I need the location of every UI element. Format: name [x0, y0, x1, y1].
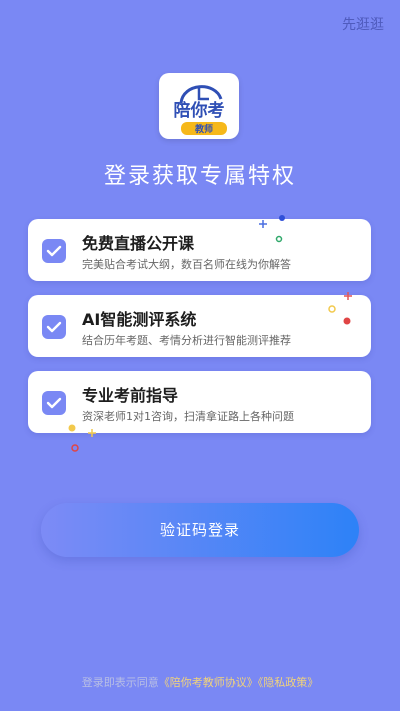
skip-button[interactable]: 先逛逛	[342, 14, 384, 34]
logo-main-text: 陪你考	[174, 100, 225, 121]
feature-description: 完美贴合考试大纲，数百名师在线为你解答	[82, 258, 291, 271]
feature-card-live-course: 免费直播公开课 完美贴合考试大纲，数百名师在线为你解答	[28, 219, 371, 281]
feature-description: 结合历年考题、考情分析进行智能测评推荐	[82, 334, 291, 347]
logo-sub-text: 教师	[194, 123, 213, 135]
feature-title: 专业考前指导	[82, 386, 179, 405]
feature-card-ai-assessment: AI智能测评系统 结合历年考题、考情分析进行智能测评推荐	[28, 295, 371, 357]
sms-code-login-button[interactable]: 验证码登录	[41, 503, 359, 557]
feature-title: AI智能测评系统	[82, 310, 197, 329]
confetti-decoration	[259, 215, 285, 243]
agreement-prefix: 登录即表示同意	[81, 676, 159, 689]
checkbox-checked-icon	[42, 391, 66, 415]
feature-title: 免费直播公开课	[82, 234, 195, 253]
checkbox-checked-icon	[42, 315, 66, 339]
app-logo: 陪你考 教师	[159, 73, 239, 139]
checkbox-checked-icon	[42, 239, 66, 263]
privacy-policy-link[interactable]: 《隐私政策》	[258, 676, 319, 689]
confetti-decoration	[68, 424, 96, 452]
page-headline: 登录获取专属特权	[103, 164, 296, 189]
feature-description: 资深老师1对1咨询，扫清拿证路上各种问题	[82, 410, 294, 423]
agreement-text: 登录即表示同意《陪你考教师协议》《隐私政策》	[0, 674, 400, 690]
teacher-agreement-link[interactable]: 《陪你考教师协议》	[159, 676, 258, 689]
confetti-decoration	[328, 292, 352, 325]
